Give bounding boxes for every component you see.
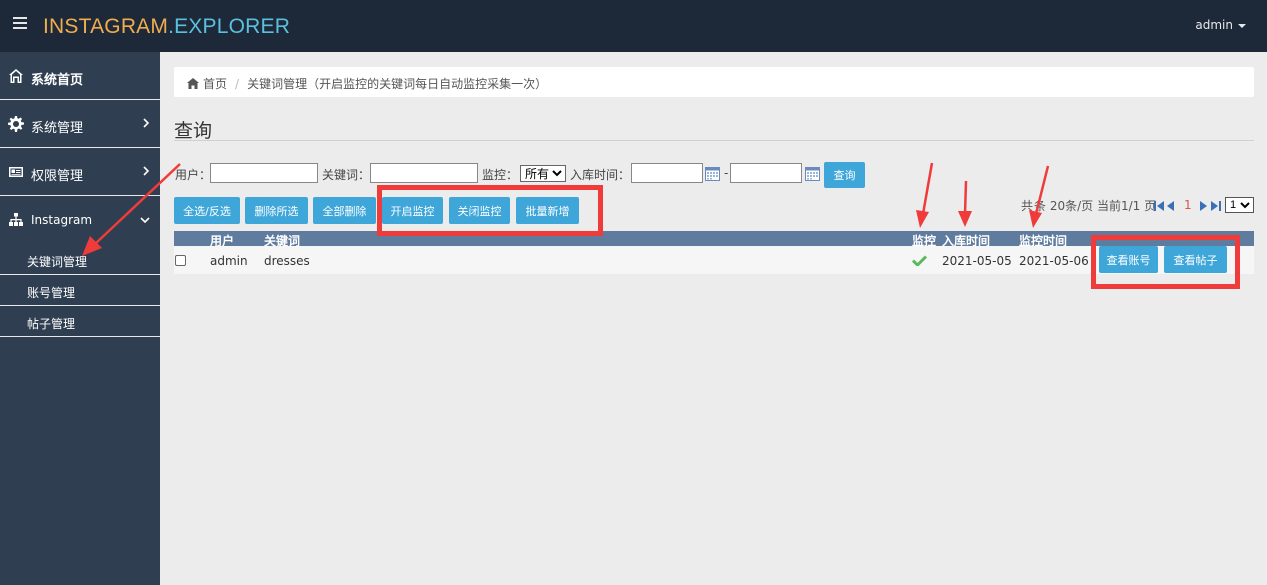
home-icon bbox=[9, 69, 23, 83]
annotation-arrowhead bbox=[916, 210, 929, 228]
table-header: 用户 关键词 监控 入库时间 监控时间 bbox=[174, 231, 1254, 248]
sidebar: 系统首页 系统管理 权限管理 Instagram 关键词管理 账号管理 帖子管理 bbox=[0, 52, 160, 585]
sidebar-item-system[interactable]: 系统管理 bbox=[0, 100, 160, 148]
delete-all-button[interactable]: 全部删除 bbox=[313, 197, 376, 224]
enable-monitor-button[interactable]: 开启监控 bbox=[382, 197, 443, 224]
keyword-filter-label: 关键词： bbox=[322, 168, 371, 182]
home-icon bbox=[187, 78, 199, 89]
brand-part1: INSTAGRAM bbox=[43, 15, 169, 38]
row-checkbox[interactable] bbox=[175, 255, 186, 266]
cell-user: admin bbox=[210, 254, 248, 268]
chevron-right-icon bbox=[143, 118, 150, 128]
previous-page-icon[interactable] bbox=[1166, 200, 1175, 212]
date-from-input[interactable] bbox=[631, 163, 703, 183]
delete-selected-button[interactable]: 删除所选 bbox=[245, 197, 308, 224]
user-name: admin bbox=[1195, 18, 1233, 32]
sidebar-item-label: 系统首页 bbox=[31, 73, 84, 88]
sidebar-subitem-keywords[interactable]: 关键词管理 bbox=[0, 244, 160, 275]
view-posts-button[interactable]: 查看帖子 bbox=[1164, 246, 1227, 273]
query-button[interactable]: 查询 bbox=[824, 162, 865, 188]
breadcrumb-home-link[interactable]: 首页 bbox=[203, 77, 227, 91]
select-all-button[interactable]: 全选/反选 bbox=[174, 197, 240, 224]
monitor-filter-label: 监控： bbox=[482, 168, 519, 182]
sidebar-subitem-posts[interactable]: 帖子管理 bbox=[0, 306, 160, 337]
view-account-button[interactable]: 查看账号 bbox=[1099, 246, 1158, 273]
date-range-separator: - bbox=[724, 166, 729, 180]
page-title: 查询 bbox=[174, 120, 213, 142]
monitor-filter-select[interactable]: 所有 bbox=[520, 165, 566, 182]
cell-monitor-time: 2021-05-06 bbox=[1019, 254, 1089, 268]
brand-logo: INSTAGRAM.EXPLORER bbox=[43, 15, 290, 39]
annotation-arrowhead bbox=[958, 211, 972, 227]
pager-summary-prefix: 共 bbox=[1021, 199, 1034, 213]
calendar-icon[interactable] bbox=[705, 167, 720, 181]
chevron-down-icon bbox=[140, 217, 150, 224]
sidebar-item-label: 系统管理 bbox=[31, 121, 84, 136]
pager-summary: 条 20条/页 当前1/1 页 bbox=[1034, 199, 1157, 213]
current-page-number[interactable]: 1 bbox=[1184, 198, 1192, 212]
hamburger-menu-icon[interactable] bbox=[13, 17, 27, 31]
sidebar-subitem-label: 帖子管理 bbox=[27, 317, 76, 331]
sidebar-subitem-label: 账号管理 bbox=[27, 286, 76, 300]
sidebar-item-instagram[interactable]: Instagram bbox=[0, 196, 160, 244]
user-filter-label: 用户： bbox=[175, 168, 212, 182]
breadcrumb-current: 关键词管理（开启监控的关键词每日自动监控采集一次） bbox=[247, 77, 548, 91]
title-divider bbox=[174, 140, 1254, 141]
calendar-icon[interactable] bbox=[805, 167, 820, 181]
date-filter-label: 入库时间： bbox=[570, 168, 631, 182]
gear-icon bbox=[8, 116, 24, 132]
sidebar-item-label: Instagram bbox=[31, 213, 93, 227]
date-to-input[interactable] bbox=[730, 163, 802, 183]
next-page-icon[interactable] bbox=[1199, 200, 1208, 212]
breadcrumb-separator: / bbox=[235, 77, 240, 91]
user-menu[interactable]: admin bbox=[1195, 18, 1246, 32]
sidebar-subitem-accounts[interactable]: 账号管理 bbox=[0, 275, 160, 306]
user-filter-input[interactable] bbox=[210, 163, 318, 183]
check-icon bbox=[912, 255, 927, 266]
cell-keyword: dresses bbox=[264, 254, 310, 268]
keyword-filter-input[interactable] bbox=[370, 163, 478, 183]
top-bar: INSTAGRAM.EXPLORER admin bbox=[0, 0, 1267, 52]
caret-down-icon bbox=[1238, 23, 1246, 28]
sitemap-icon bbox=[9, 213, 23, 226]
brand-part2: .EXPLORER bbox=[168, 15, 291, 38]
breadcrumb: 首页 / 关键词管理（开启监控的关键词每日自动监控采集一次） bbox=[174, 67, 1254, 97]
sidebar-item-home[interactable]: 系统首页 bbox=[0, 52, 160, 100]
cell-created: 2021-05-05 bbox=[942, 254, 1012, 268]
last-page-icon[interactable] bbox=[1210, 200, 1222, 212]
filter-bar: 用户： 关键词： 监控： 所有 入库时间： - 查询 bbox=[0, 160, 1267, 190]
batch-add-button[interactable]: 批量新增 bbox=[516, 197, 579, 224]
table-row: admin dresses 2021-05-05 2021-05-06 bbox=[174, 246, 1254, 274]
sidebar-subitem-label: 关键词管理 bbox=[27, 255, 88, 269]
page-select[interactable]: 1 bbox=[1225, 197, 1254, 213]
disable-monitor-button[interactable]: 关闭监控 bbox=[449, 197, 510, 224]
first-page-icon[interactable] bbox=[1153, 200, 1165, 212]
